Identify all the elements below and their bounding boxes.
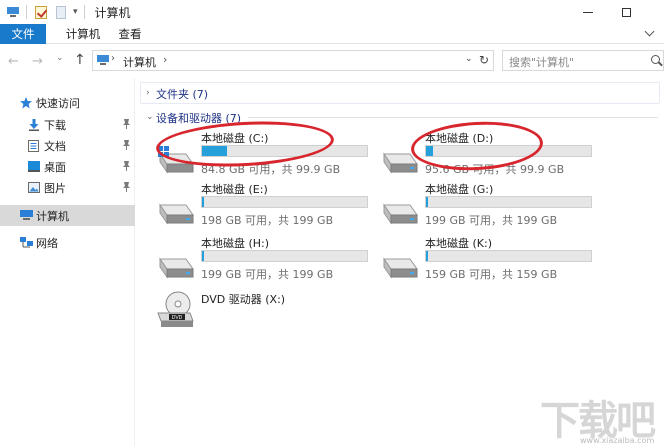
forward-button[interactable]: → (32, 54, 43, 69)
tab-file[interactable]: 文件 (0, 24, 46, 44)
sidebar-item-label: 下载 (44, 119, 66, 132)
minimize-icon (583, 11, 593, 13)
drive-item[interactable]: 本地磁盘 (G:) 199 GB 可用，共 199 GB (380, 181, 602, 233)
drive-item[interactable]: 本地磁盘 (K:) 159 GB 可用，共 159 GB (380, 235, 602, 287)
navigation-bar: ← → ⌄ ↑ › 计算机 › ⌄ ↻ 搜索"计算机" (0, 45, 664, 77)
sidebar-item-downloads[interactable]: 下载 (0, 114, 135, 135)
pictures-icon (28, 182, 40, 193)
search-icon[interactable] (651, 55, 660, 64)
drive-item[interactable]: 本地磁盘 (H:) 199 GB 可用，共 199 GB (156, 235, 378, 287)
drive-usage-bar (201, 250, 368, 262)
title-bar: ▾ 计算机 (0, 0, 664, 24)
document-icon (28, 140, 40, 152)
group-divider (248, 117, 658, 118)
drive-free-space: 199 GB 可用，共 199 GB (425, 214, 558, 227)
sidebar-item-documents[interactable]: 文档 (0, 135, 135, 156)
title-separator (83, 5, 85, 19)
address-bar[interactable]: › 计算机 › ⌄ ↻ (92, 50, 494, 71)
chevron-down-icon[interactable]: ⌄ (146, 112, 154, 122)
address-dropdown-button[interactable]: ⌄ (465, 54, 473, 64)
recent-locations-button[interactable]: ⌄ (56, 53, 64, 63)
dvd-drive-item[interactable]: DVD DVD 驱动器 (X:) (156, 291, 378, 343)
properties-icon[interactable] (35, 5, 47, 19)
sidebar-item-label: 快速访问 (36, 97, 80, 110)
hard-drive-icon (380, 197, 418, 227)
content-pane: › 文件夹 (7) ⌄ 设备和驱动器 (7) 本地磁盘 (C:) 84.8 GB … (136, 78, 664, 446)
drive-usage-bar (425, 250, 592, 262)
sidebar-item-label: 桌面 (44, 161, 66, 174)
breadcrumb-computer[interactable]: 计算机 (123, 54, 156, 70)
sidebar-item-label: 计算机 (36, 210, 69, 223)
sidebar-item-label: 图片 (44, 182, 66, 195)
sidebar-item-desktop[interactable]: 桌面 (0, 156, 135, 177)
sidebar-item-label: 文档 (44, 140, 66, 153)
title-separator (26, 5, 27, 19)
group-header-folders[interactable]: › 文件夹 (7) (136, 83, 664, 103)
drive-usage-fill (426, 197, 428, 207)
watermark-url: www.xiazaiba.com (580, 436, 655, 445)
navigation-pane: 快速访问 下载 文档 桌面 图片 计算机 网络 (0, 78, 135, 446)
sidebar-item-network[interactable]: 网络 (0, 232, 135, 253)
maximize-button[interactable] (606, 0, 646, 24)
hard-drive-icon (156, 251, 194, 281)
pin-icon[interactable] (122, 182, 131, 195)
drive-name: 本地磁盘 (E:) (201, 183, 268, 196)
computer-icon (20, 210, 33, 221)
drive-free-space: 199 GB 可用，共 199 GB (201, 268, 334, 281)
computer-icon (97, 55, 109, 66)
dvd-logo-text: DVD (172, 315, 183, 321)
minimize-button[interactable] (568, 0, 608, 24)
pin-icon[interactable] (122, 119, 131, 132)
drive-free-space: 159 GB 可用，共 159 GB (425, 268, 558, 281)
chevron-right-icon[interactable]: › (146, 88, 150, 98)
sidebar-item-pictures[interactable]: 图片 (0, 177, 135, 198)
drive-name: DVD 驱动器 (X:) (201, 293, 286, 306)
quick-access-dropdown[interactable]: ▾ (73, 7, 78, 17)
search-placeholder: 搜索"计算机" (509, 56, 575, 69)
breadcrumb-separator[interactable]: › (111, 53, 115, 64)
drive-free-space: 198 GB 可用，共 199 GB (201, 214, 334, 227)
watermark: 下载吧 www.xiazaiba.com (540, 388, 664, 446)
desktop-icon (28, 161, 40, 172)
maximize-icon (621, 7, 631, 17)
chevron-down-icon[interactable] (644, 26, 655, 37)
drive-usage-bar (201, 196, 368, 208)
pin-icon[interactable] (122, 161, 131, 174)
pin-icon[interactable] (122, 140, 131, 153)
drive-name: 本地磁盘 (K:) (425, 237, 492, 250)
hard-drive-icon (156, 197, 194, 227)
up-button[interactable]: ↑ (74, 52, 86, 68)
download-icon (28, 119, 40, 131)
network-icon (20, 237, 33, 248)
window-title: 计算机 (94, 5, 131, 20)
computer-icon[interactable] (6, 6, 20, 18)
group-label: 文件夹 (7) (156, 88, 209, 101)
drive-item[interactable]: 本地磁盘 (E:) 198 GB 可用，共 199 GB (156, 181, 378, 233)
sidebar-item-this-pc[interactable]: 计算机 (0, 205, 135, 226)
refresh-button[interactable]: ↻ (479, 53, 489, 67)
ribbon: 文件 计算机 查看 (0, 24, 664, 44)
drive-usage-fill (202, 251, 204, 261)
new-folder-icon[interactable] (56, 5, 66, 19)
hard-drive-icon (380, 251, 418, 281)
sidebar-item-quick-access[interactable]: 快速访问 (0, 92, 135, 113)
back-button[interactable]: ← (8, 54, 19, 69)
breadcrumb-separator[interactable]: › (163, 53, 167, 66)
dvd-drive-icon: DVD (156, 291, 194, 327)
sidebar-item-label: 网络 (36, 237, 58, 250)
drive-name: 本地磁盘 (H:) (201, 237, 270, 250)
drive-name: 本地磁盘 (G:) (425, 183, 494, 196)
tab-view[interactable]: 查看 (110, 24, 150, 44)
search-input[interactable]: 搜索"计算机" (502, 50, 664, 71)
drive-usage-bar (425, 196, 592, 208)
tab-computer[interactable]: 计算机 (58, 24, 108, 44)
drive-usage-fill (202, 197, 204, 207)
drive-usage-fill (426, 251, 428, 261)
star-icon (20, 97, 32, 109)
